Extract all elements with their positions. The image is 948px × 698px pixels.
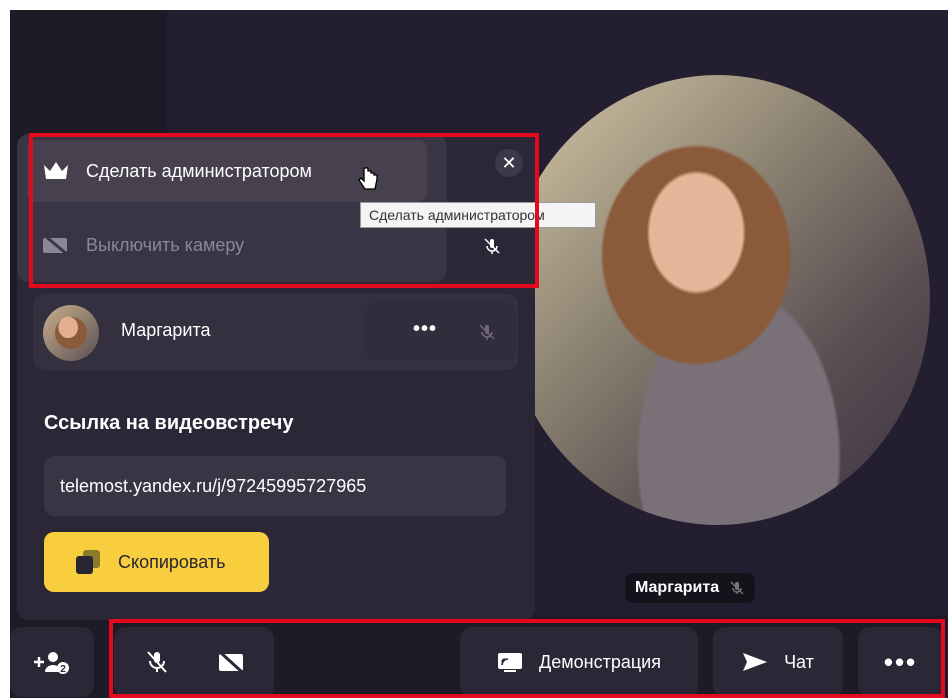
media-controls xyxy=(114,627,274,697)
more-options-button[interactable]: ••• xyxy=(858,627,943,697)
invite-badge: 2 xyxy=(60,664,66,675)
camera-off-label: Выключить камеру xyxy=(86,234,245,255)
participant-video-avatar xyxy=(505,75,930,525)
microphone-off-button[interactable] xyxy=(144,651,170,673)
add-participant-icon: 2 xyxy=(34,652,69,675)
chat-label: Чат xyxy=(784,651,814,672)
tooltip: Сделать администратором xyxy=(360,202,596,228)
copy-link-button[interactable]: Скопировать xyxy=(44,532,269,592)
meeting-link-field[interactable]: telemost.yandex.ru/j/97245995727965 xyxy=(44,456,506,516)
copy-label: Скопировать xyxy=(118,551,226,572)
mic-muted-icon xyxy=(730,581,744,595)
participant-avatar xyxy=(43,305,99,361)
make-admin-label: Сделать администратором xyxy=(86,160,312,181)
participant-name: Маргарита xyxy=(121,320,211,340)
send-icon xyxy=(743,653,768,671)
invite-button[interactable]: 2 xyxy=(10,627,94,697)
camera-off-icon xyxy=(43,233,69,257)
stage-name-badge: Маргарита xyxy=(625,573,756,603)
close-menu-button[interactable]: ✕ xyxy=(495,149,523,177)
camera-off-button[interactable] xyxy=(218,651,244,673)
bottom-toolbar: 2 Демонстрация Чат ••• xyxy=(10,622,948,698)
mic-muted-icon[interactable] xyxy=(483,237,501,255)
chat-button[interactable]: Чат xyxy=(713,627,843,697)
screen-share-label: Демонстрация xyxy=(539,651,661,672)
crown-icon xyxy=(44,162,68,179)
hand-cursor-icon xyxy=(358,167,378,190)
meeting-link-title: Ссылка на видеовстречу xyxy=(44,412,294,434)
mic-muted-icon xyxy=(479,324,495,340)
participant-more-button[interactable]: ••• xyxy=(413,318,437,341)
screen-share-button[interactable]: Демонстрация xyxy=(460,627,698,697)
stage-name-label: Маргарита xyxy=(635,579,720,596)
participant-row: Маргарита ••• xyxy=(33,294,518,370)
copy-icon xyxy=(76,550,100,574)
telemost-window: Маргарита Сделать администратором Выключ… xyxy=(10,10,948,698)
screen-share-icon xyxy=(498,653,523,672)
